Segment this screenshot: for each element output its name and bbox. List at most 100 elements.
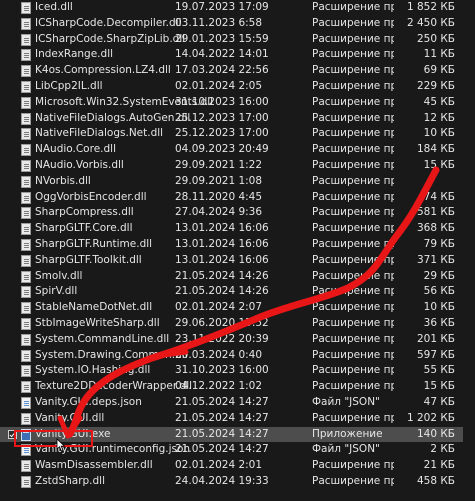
file-row[interactable]: SharpGLTF.Runtime.dll 13.01.2024 16:06 Рас… (0, 237, 475, 253)
file-date: 04.09.2023 20:49 (175, 143, 269, 156)
file-row[interactable]: SharpCompress.dll 27.04.2024 9:36 Расширен… (0, 205, 475, 221)
file-row[interactable]: Texture2DDecoderWrapper.dll 04.12.2022 1:… (0, 379, 475, 395)
file-row[interactable]: ICSharpCode.Decompiler.dll 03.11.2023 6:5… (0, 16, 475, 32)
file-row[interactable]: NVorbis.dll 29.09.2021 1:08 Расширение при… (0, 174, 475, 190)
dll-file-icon (21, 223, 31, 236)
file-date: 14.04.2022 14:01 (175, 48, 269, 61)
file-type: Расширение при... (312, 95, 394, 108)
file-date: 02.01.2024 2:05 (175, 79, 263, 92)
file-size: 10 КБ (423, 301, 455, 314)
file-name: NAudio.Vorbis.dll (35, 158, 124, 171)
file-row[interactable]: System.CommandLine.dll 23.11.2022 20:39 Ра… (0, 332, 475, 348)
file-size: 229 КБ (416, 79, 455, 92)
file-size: 597 КБ (416, 348, 455, 361)
file-type: Расширение при... (312, 143, 394, 156)
file-date: 29.09.2021 1:22 (175, 158, 263, 171)
scrollbar[interactable] (463, 0, 475, 501)
file-row[interactable]: SharpGLTF.Toolkit.dll 13.01.2024 16:06 Рас… (0, 253, 475, 269)
file-date: 04.12.2022 1:02 (175, 380, 263, 393)
file-name: ICSharpCode.Decompiler.dll (35, 16, 182, 29)
file-type: Расширение при... (312, 301, 394, 314)
file-row[interactable]: LibCpp2IL.dll 02.01.2024 2:05 Расширение п… (0, 79, 475, 95)
dll-file-icon (21, 17, 31, 30)
file-name: NativeFileDialogs.Net.dll (35, 127, 164, 140)
file-row[interactable]: System.Drawing.Common.dll 20.03.2024 0:40… (0, 348, 475, 364)
file-size: 140 КБ (416, 427, 455, 440)
file-name: NAudio.Core.dll (35, 143, 116, 156)
dll-file-icon (21, 2, 31, 14)
file-type: Расширение при... (312, 127, 394, 140)
file-date: 28.11.2020 4:45 (175, 190, 263, 203)
file-row[interactable]: Vanity.GUI.deps.json 21.05.2024 14:27 Файл… (0, 395, 475, 411)
file-date: 31.10.2023 16:00 (175, 95, 269, 108)
file-date: 17.03.2024 22:56 (175, 64, 269, 77)
file-size: 12 КБ (423, 111, 455, 124)
file-size: 45 КБ (423, 95, 455, 108)
dll-file-icon (21, 191, 31, 204)
file-row[interactable]: StableNameDotNet.dll 02.01.2024 2:07 Расши… (0, 300, 475, 316)
file-size: 74 КБ (423, 190, 455, 203)
file-date: 19.07.2023 17:09 (175, 1, 269, 13)
file-date: 24.04.2024 19:33 (175, 474, 269, 487)
file-size: 1 202 КБ (406, 411, 455, 424)
file-row[interactable]: NativeFileDialogs.AutoGen.dll 25.12.2023 … (0, 111, 475, 127)
file-type: Расширение при... (312, 332, 394, 345)
file-row[interactable]: SharpGLTF.Core.dll 13.01.2024 16:06 Расшир… (0, 221, 475, 237)
file-type: Расширение при... (312, 316, 394, 329)
file-size: 250 КБ (416, 32, 455, 45)
file-row[interactable]: Microsoft.Win32.SystemEvents.dll 31.10.20… (0, 95, 475, 111)
file-type: Файл "JSON" (312, 395, 380, 408)
file-type: Расширение при... (312, 459, 394, 472)
file-type: Расширение при... (312, 253, 394, 266)
file-row[interactable]: NativeFileDialogs.Net.dll 25.12.2023 17:0… (0, 126, 475, 142)
file-name: LibCpp2IL.dll (35, 79, 103, 92)
file-row[interactable]: NAudio.Core.dll 04.09.2023 20:49 Расширени… (0, 142, 475, 158)
dll-file-icon (21, 112, 31, 125)
file-row[interactable]: SpirV.dll 21.05.2024 14:26 Расширение при.… (0, 284, 475, 300)
file-row[interactable]: NAudio.Vorbis.dll 29.09.2021 1:22 Расширен… (0, 158, 475, 174)
file-name: Iced.dll (35, 1, 73, 13)
file-row[interactable]: Iced.dll 19.07.2023 17:09 Расширение при..… (0, 0, 475, 16)
dll-file-icon (21, 49, 31, 62)
file-date: 23.11.2022 20:39 (175, 332, 269, 345)
file-row[interactable]: ICSharpCode.SharpZipLib.dll 29.01.2023 15… (0, 32, 475, 48)
file-row[interactable]: ZstdSharp.dll 24.04.2024 19:33 Расширение … (0, 474, 475, 490)
file-size: 371 КБ (416, 253, 455, 266)
file-name: SharpCompress.dll (35, 206, 134, 219)
file-type: Расширение при... (312, 111, 394, 124)
file-size: 15 КБ (423, 380, 455, 393)
file-date: 20.03.2024 0:40 (175, 348, 263, 361)
file-type: Расширение при... (312, 79, 394, 92)
json-file-icon (21, 396, 31, 409)
file-row[interactable]: IndexRange.dll 14.04.2022 14:01 Расширение… (0, 47, 475, 63)
file-date: 13.01.2024 16:06 (175, 237, 269, 250)
file-name: SharpGLTF.Runtime.dll (35, 237, 153, 250)
dll-file-icon (21, 412, 31, 425)
file-name: SpirV.dll (35, 285, 78, 298)
file-row[interactable]: System.IO.Hashing.dll 31.10.2023 16:00 Рас… (0, 363, 475, 379)
file-row[interactable]: Vanity.GUI.dll 21.05.2024 14:27 Расширение… (0, 411, 475, 427)
file-date: 27.04.2024 9:36 (175, 206, 263, 219)
file-name: Smolv.dll (35, 269, 83, 282)
file-size: 79 КБ (423, 237, 455, 250)
file-row[interactable]: K4os.Compression.LZ4.dll 17.03.2024 22:56… (0, 63, 475, 79)
file-type: Расширение при... (312, 237, 394, 250)
dll-file-icon (21, 270, 31, 283)
file-size: 368 КБ (416, 222, 455, 235)
file-type: Расширение при... (312, 411, 394, 424)
file-row[interactable]: WasmDisassembler.dll 02.01.2024 2:01 Расши… (0, 458, 475, 474)
file-list: Iced.dll 19.07.2023 17:09 Расширение при..… (0, 0, 475, 490)
file-date: 21.05.2024 14:27 (175, 411, 269, 424)
file-type: Файл "JSON" (312, 443, 380, 456)
file-type: Расширение при... (312, 32, 394, 45)
file-row[interactable]: OggVorbisEncoder.dll 28.11.2020 4:45 Расши… (0, 190, 475, 206)
dll-file-icon (21, 128, 31, 141)
file-size: 2 КБ (430, 443, 455, 456)
file-type: Расширение при... (312, 64, 394, 77)
file-row[interactable]: StbImageWriteSharp.dll 29.06.2020 15:52 Ра… (0, 316, 475, 332)
file-name: SharpGLTF.Core.dll (35, 222, 133, 235)
file-size: 2 450 КБ (406, 16, 455, 29)
file-row[interactable]: Smolv.dll 21.05.2024 14:26 Расширение при.… (0, 269, 475, 285)
file-type: Расширение при... (312, 190, 394, 203)
file-size: 1 852 КБ (406, 1, 455, 13)
